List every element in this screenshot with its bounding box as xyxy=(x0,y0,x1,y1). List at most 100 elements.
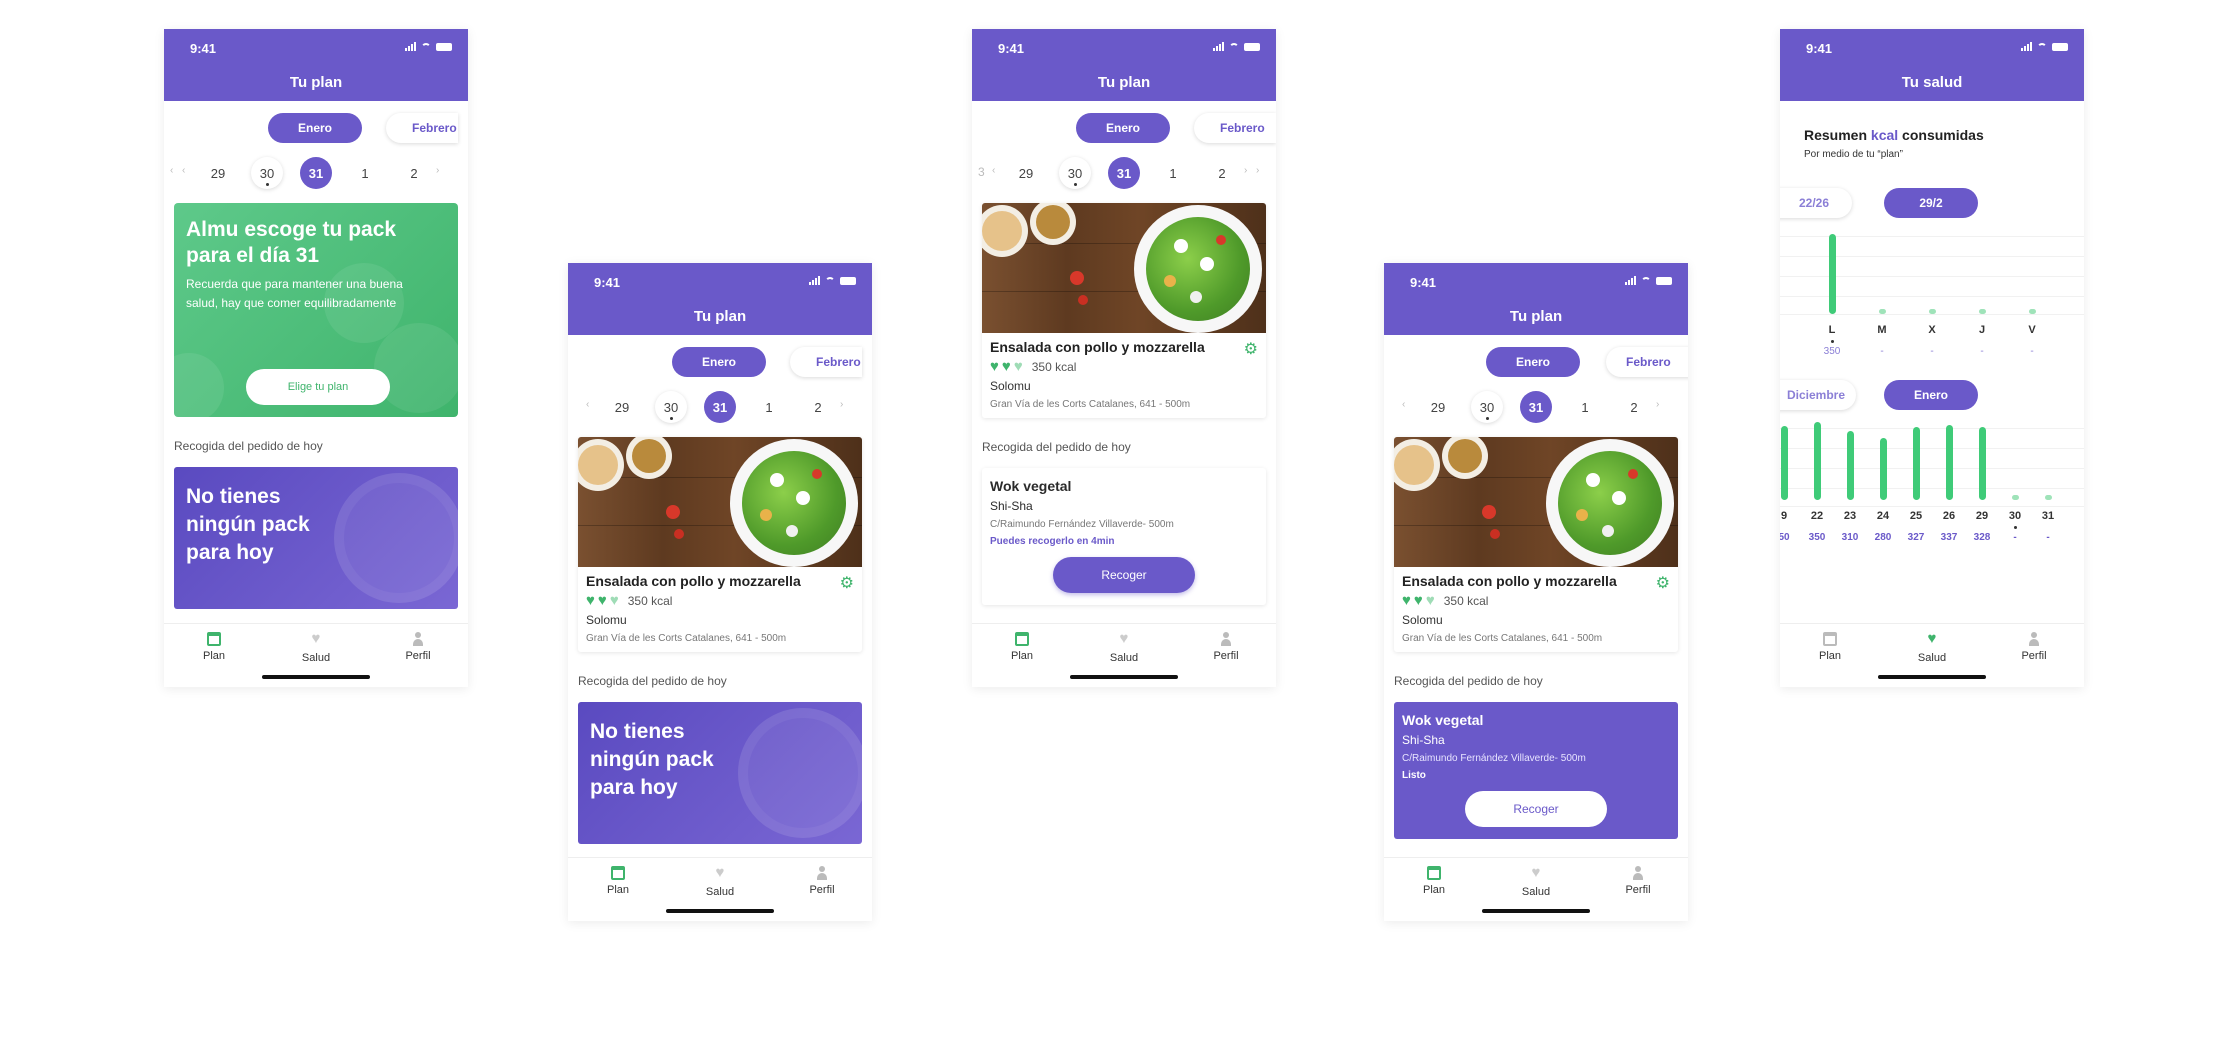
choose-plan-button[interactable]: Elige tu plan xyxy=(246,369,390,405)
day-31[interactable]: 31 xyxy=(300,157,332,189)
gear-icon[interactable]: ⚙ xyxy=(840,573,854,593)
nav-plan-label: Plan xyxy=(1010,650,1034,662)
day-2[interactable]: 2 xyxy=(1618,391,1650,423)
day-30[interactable]: 30 xyxy=(1471,391,1503,423)
month-tab-active[interactable]: Enero xyxy=(1884,380,1978,410)
day-31[interactable]: 31 xyxy=(704,391,736,423)
month-tab-enero[interactable]: Enero xyxy=(268,113,362,143)
nav-plan-label: Plan xyxy=(606,884,630,896)
chevron-right-icon[interactable]: › xyxy=(1656,399,1659,410)
nav-salud[interactable]: ♥ Salud xyxy=(1892,631,1972,664)
nav-perfil[interactable]: Perfil xyxy=(378,632,458,662)
nav-plan[interactable]: Plan xyxy=(174,632,254,662)
day-30[interactable]: 30 xyxy=(251,157,283,189)
day-1[interactable]: 1 xyxy=(349,157,381,189)
gear-icon[interactable]: ⚙ xyxy=(1656,573,1670,593)
status-icons xyxy=(405,42,452,51)
chevron-left-icon[interactable]: ‹ xyxy=(992,165,995,176)
chevron-right-icon[interactable]: › xyxy=(840,399,843,410)
nav-perfil[interactable]: Perfil xyxy=(1186,632,1266,662)
signal-icon xyxy=(1213,42,1224,51)
nav-plan[interactable]: Plan xyxy=(1790,632,1870,662)
nav-plan-label: Plan xyxy=(1422,884,1446,896)
day-1[interactable]: 1 xyxy=(753,391,785,423)
chevron-right-icon[interactable]: › xyxy=(1244,165,1247,176)
pickup-button[interactable]: Recoger xyxy=(1053,557,1195,593)
nav-salud[interactable]: ♥ Salud xyxy=(680,865,760,898)
meal-card[interactable]: Ensalada con pollo y mozzarella ⚙ ♥ ♥ ♥ 35… xyxy=(1394,437,1678,652)
chart-x-label: 25 xyxy=(1909,510,1923,522)
pickup-button[interactable]: Recoger xyxy=(1465,791,1607,827)
day-31[interactable]: 31 xyxy=(1108,157,1140,189)
bottom-nav: Plan ♥ Salud Perfil xyxy=(164,623,468,687)
chart-bar xyxy=(2045,495,2052,500)
order-card-ready: Wok vegetal Shi-Sha C/Raimundo Fernández… xyxy=(1394,702,1678,839)
nav-plan[interactable]: Plan xyxy=(1394,866,1474,896)
heart-icon: ♥ xyxy=(990,358,999,375)
week-tab-prev[interactable]: 22/26 xyxy=(1780,188,1852,218)
month-tab-febrero[interactable]: Febrero xyxy=(386,113,458,143)
day-30[interactable]: 30 xyxy=(1059,157,1091,189)
chart-value-label: 50 xyxy=(1780,532,1790,543)
week-tab-active[interactable]: 29/2 xyxy=(1884,188,1978,218)
month-tab-enero[interactable]: Enero xyxy=(672,347,766,377)
day-2[interactable]: 2 xyxy=(398,157,430,189)
month-tab-febrero[interactable]: Febrero xyxy=(790,347,862,377)
app-header: 9:41 Tu plan xyxy=(568,263,872,335)
plate-illustration xyxy=(334,473,458,603)
nav-plan[interactable]: Plan xyxy=(982,632,1062,662)
day-29[interactable]: 29 xyxy=(1422,391,1454,423)
day-30[interactable]: 30 xyxy=(655,391,687,423)
nav-salud[interactable]: ♥ Salud xyxy=(276,631,356,664)
nav-perfil[interactable]: Perfil xyxy=(1598,866,1678,896)
chevron-left-icon[interactable]: ‹ xyxy=(1402,399,1405,410)
day-1[interactable]: 1 xyxy=(1569,391,1601,423)
chart-value-label: - xyxy=(1930,346,1934,357)
nav-salud-label: Salud xyxy=(1109,652,1139,664)
pickup-section-label: Recogida del pedido de hoy xyxy=(174,439,323,453)
month-tab-enero[interactable]: Enero xyxy=(1486,347,1580,377)
month-tab-febrero[interactable]: Febrero xyxy=(1194,113,1276,143)
day-29[interactable]: 29 xyxy=(606,391,638,423)
status-icons xyxy=(1213,42,1260,51)
month-tab-febrero[interactable]: Febrero xyxy=(1606,347,1688,377)
chevron-right-icon[interactable]: › xyxy=(436,165,439,176)
day-29[interactable]: 29 xyxy=(202,157,234,189)
nav-perfil-label: Perfil xyxy=(1625,884,1651,896)
day-31[interactable]: 31 xyxy=(1520,391,1552,423)
nav-salud[interactable]: ♥ Salud xyxy=(1084,631,1164,664)
chart-bar xyxy=(2012,495,2019,500)
phone-health: 9:41 Tu salud Resumen kcal consumidas Po… xyxy=(1780,29,2084,687)
bottom-nav: Plan ♥ Salud Perfil xyxy=(972,623,1276,687)
meal-card[interactable]: Ensalada con pollo y mozzarella ⚙ ♥ ♥ ♥ 35… xyxy=(578,437,862,652)
chevron-left-icon[interactable]: ‹ xyxy=(170,165,173,176)
day-1[interactable]: 1 xyxy=(1157,157,1189,189)
nav-perfil[interactable]: Perfil xyxy=(1994,632,2074,662)
battery-icon xyxy=(1244,42,1260,51)
month-tab-prev[interactable]: Diciembre xyxy=(1780,380,1856,410)
chevron-left-icon[interactable]: ‹ xyxy=(182,165,185,176)
day-29[interactable]: 29 xyxy=(1010,157,1042,189)
monthly-kcal-chart: 9 50 22 350 23 310 24 280 25 327 26 337 29 328 30 - 31 - xyxy=(1780,418,2084,568)
gear-icon[interactable]: ⚙ xyxy=(1244,339,1258,359)
chevron-left-icon[interactable]: ‹ xyxy=(586,399,589,410)
day-prev-partial[interactable]: 3 xyxy=(978,165,985,179)
chevron-right-icon[interactable]: › xyxy=(1256,165,1259,176)
chart-bar xyxy=(1880,438,1887,500)
chart-bar xyxy=(1979,309,1986,314)
nav-salud[interactable]: ♥ Salud xyxy=(1496,865,1576,898)
day-2[interactable]: 2 xyxy=(1206,157,1238,189)
health-title-accent: kcal xyxy=(1870,127,1899,143)
day-selector: 3 ‹ 29 30 31 1 2 › › xyxy=(972,155,1276,195)
home-indicator xyxy=(1482,909,1590,913)
order-address: C/Raimundo Fernández Villaverde- 500m xyxy=(1402,753,1586,764)
meal-card[interactable]: Ensalada con pollo y mozzarella ⚙ ♥ ♥ ♥ 35… xyxy=(982,203,1266,418)
nav-plan[interactable]: Plan xyxy=(578,866,658,896)
health-rating: ♥ ♥ ♥ 350 kcal xyxy=(586,593,854,608)
month-tab-enero[interactable]: Enero xyxy=(1076,113,1170,143)
order-title: Wok vegetal xyxy=(990,478,1072,494)
half-heart-icon: ♥ xyxy=(1425,592,1435,609)
day-2[interactable]: 2 xyxy=(802,391,834,423)
nav-perfil[interactable]: Perfil xyxy=(782,866,862,896)
week-selector: 22/26 29/2 xyxy=(1780,188,2084,226)
